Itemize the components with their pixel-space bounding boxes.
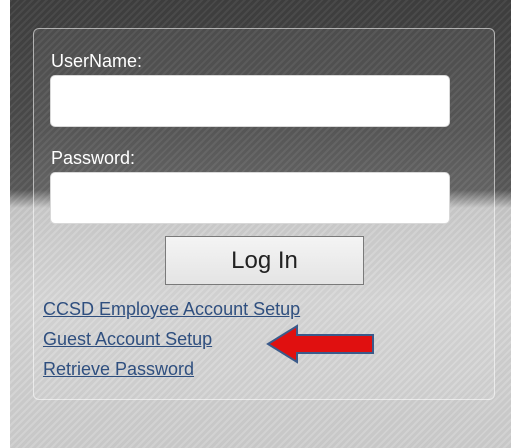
log-in-button[interactable]: Log In xyxy=(165,236,364,285)
password-input[interactable] xyxy=(50,172,450,224)
password-label: Password: xyxy=(51,148,136,168)
username-input[interactable] xyxy=(50,75,450,127)
red-arrow-left-icon xyxy=(266,324,374,364)
guest-account-setup-link[interactable]: Guest Account Setup xyxy=(43,328,212,350)
retrieve-password-link[interactable]: Retrieve Password xyxy=(43,358,194,380)
username-label: UserName: xyxy=(51,51,143,71)
login-page: UserName: Password: Log In CCSD Employee… xyxy=(0,0,511,448)
employee-account-setup-link[interactable]: CCSD Employee Account Setup xyxy=(43,298,300,320)
arrow-shape xyxy=(266,324,374,364)
